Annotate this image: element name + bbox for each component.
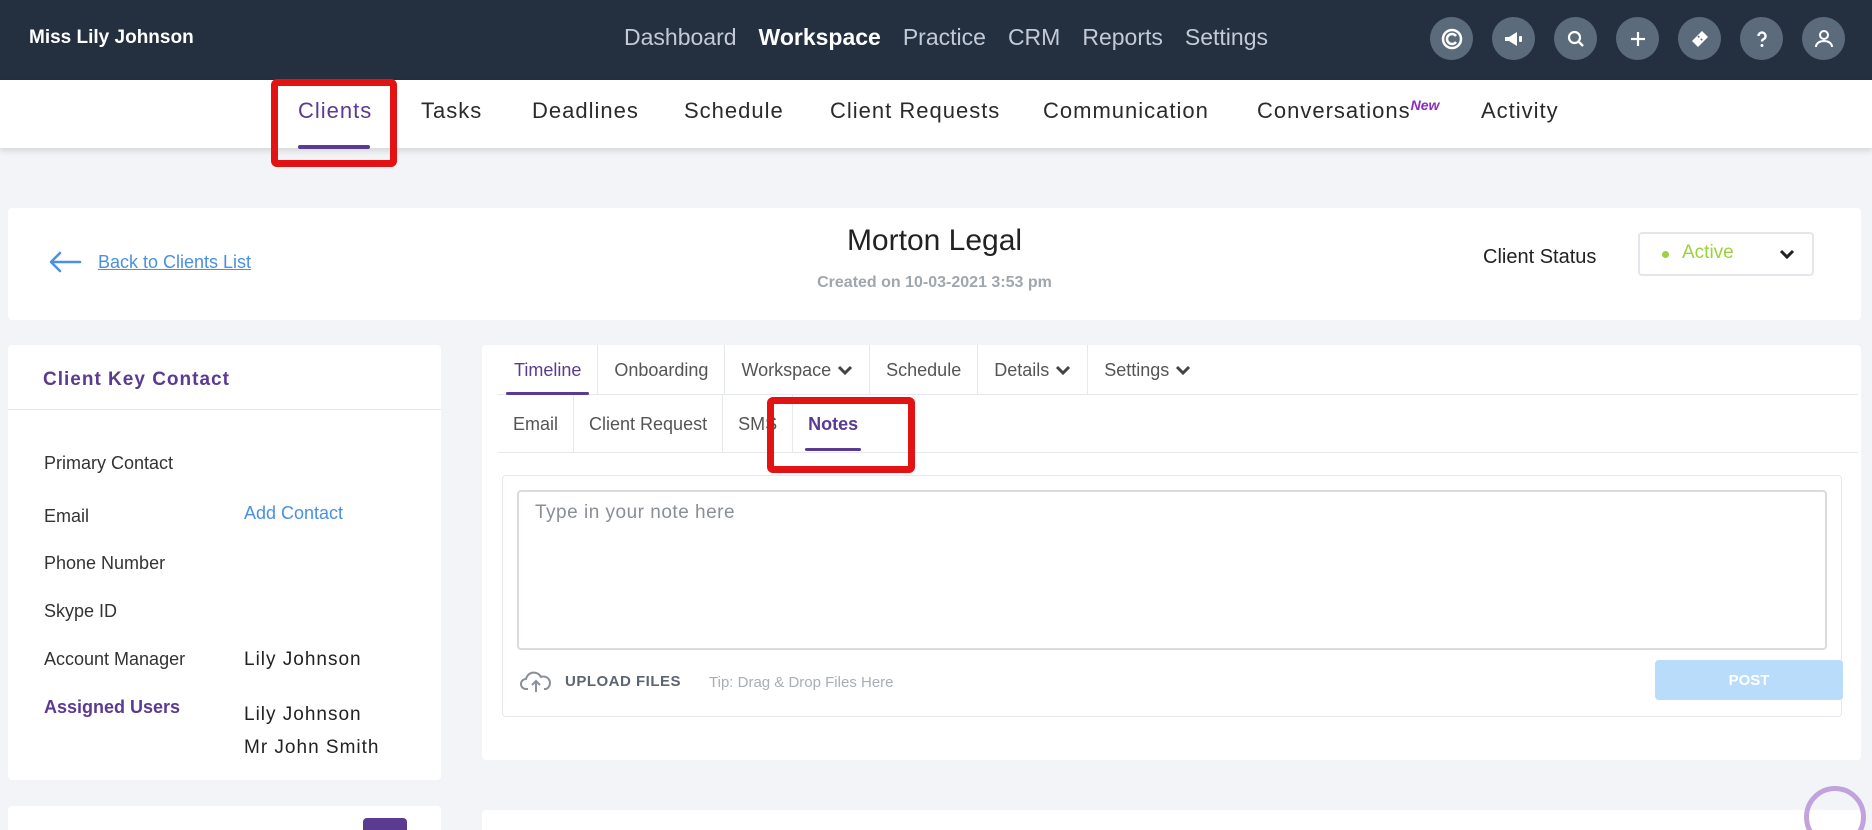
top-icons [1430, 17, 1845, 60]
key-contact-title: Client Key Contact [43, 369, 230, 390]
subnav-deadlines[interactable]: Deadlines [532, 98, 639, 124]
assigned-user-item: Lily Johnson [244, 704, 362, 725]
sub-tab-sms[interactable]: SMS [723, 395, 794, 453]
skype-id-label: Skype ID [44, 601, 118, 621]
note-composer: UPLOAD FILES Tip: Drag & Drop Files Here… [502, 475, 1843, 717]
secondary-left-card [8, 806, 441, 830]
secondary-card-button[interactable] [363, 818, 407, 830]
nav-reports[interactable]: Reports [1082, 24, 1163, 51]
upload-files-button[interactable]: UPLOAD FILES [519, 668, 681, 694]
client-status-value: Active [1682, 242, 1734, 263]
tab-schedule-label: Schedule [886, 359, 962, 380]
plus-icon[interactable] [1616, 17, 1659, 60]
subnav-clients[interactable]: Clients [298, 98, 372, 124]
tab-timeline[interactable]: Timeline [498, 345, 599, 395]
subnav-schedule[interactable]: Schedule [684, 98, 784, 124]
subnav-conversations[interactable]: ConversationsNew [1257, 97, 1440, 124]
subnav-tasks[interactable]: Tasks [421, 98, 482, 124]
tab-timeline-label: Timeline [514, 359, 582, 380]
assigned-user-item: Mr John Smith [244, 737, 380, 758]
subnav-activity[interactable]: Activity [1481, 98, 1559, 124]
tab-onboarding-label: Onboarding [614, 359, 709, 380]
status-dot-icon [1662, 251, 1669, 258]
client-status-label: Client Status [1483, 246, 1597, 268]
tab-workspace-label: Workspace [741, 359, 832, 380]
user-icon[interactable] [1802, 17, 1845, 60]
tab-details[interactable]: Details [978, 345, 1089, 395]
sub-nav: Clients Tasks Deadlines Schedule Client … [0, 80, 1872, 148]
sub-tab-client-request[interactable]: Client Request [574, 395, 724, 453]
chevron-down-icon [1056, 365, 1071, 376]
nav-crm[interactable]: CRM [1008, 24, 1060, 51]
client-key-contact-card: Client Key Contact Primary Contact Email… [8, 345, 441, 780]
nav-workspace[interactable]: Workspace [759, 24, 881, 51]
client-created-date: Created on 10-03-2021 3:53 pm [817, 274, 1052, 291]
tab-schedule[interactable]: Schedule [870, 345, 979, 395]
upload-files-label: UPLOAD FILES [565, 672, 682, 690]
add-contact-link[interactable]: Add Contact [244, 503, 343, 524]
logo-c-icon[interactable] [1430, 17, 1473, 60]
sub-tab-notes[interactable]: Notes [793, 395, 873, 453]
email-label: Email [44, 506, 90, 526]
account-manager-value: Lily Johnson [244, 649, 362, 670]
cloud-upload-icon [520, 671, 551, 692]
tab-workspace[interactable]: Workspace [725, 345, 871, 395]
divider [8, 409, 441, 410]
megaphone-icon[interactable] [1492, 17, 1535, 60]
top-bar: Miss Lily Johnson Dashboard Workspace Pr… [0, 0, 1872, 80]
subnav-client-requests[interactable]: Client Requests [830, 98, 1000, 124]
tab-details-label: Details [994, 359, 1050, 380]
tab-onboarding[interactable]: Onboarding [598, 345, 726, 395]
client-header-card: Back to Clients List Morton Legal Create… [8, 208, 1861, 320]
primary-contact-label: Primary Contact [44, 453, 174, 473]
chevron-down-icon [1176, 365, 1191, 376]
subnav-active-underline [298, 145, 370, 149]
chevron-down-icon [838, 365, 853, 376]
post-button[interactable]: POST [1655, 660, 1843, 700]
nav-settings[interactable]: Settings [1185, 24, 1268, 51]
tab-settings[interactable]: Settings [1088, 345, 1207, 395]
assigned-users-label: Assigned Users [44, 697, 181, 717]
note-input[interactable] [517, 490, 1827, 650]
sub-tab-email[interactable]: Email [498, 395, 575, 453]
timeline-tabs: Timeline Onboarding Workspace Schedule D… [498, 345, 1858, 395]
client-status-select[interactable]: Active [1638, 232, 1814, 276]
ticket-icon[interactable] [1678, 17, 1721, 60]
user-name[interactable]: Miss Lily Johnson [29, 27, 194, 49]
account-manager-label: Account Manager [44, 649, 186, 669]
chat-widget-icon[interactable] [1804, 786, 1866, 830]
timeline-sub-tabs: Email Client Request SMS Notes [498, 395, 1858, 453]
main-nav: Dashboard Workspace Practice CRM Reports… [624, 24, 1268, 51]
nav-practice[interactable]: Practice [903, 24, 986, 51]
search-icon[interactable] [1554, 17, 1597, 60]
secondary-right-card [482, 810, 1861, 830]
subnav-communication[interactable]: Communication [1043, 98, 1209, 124]
phone-number-label: Phone Number [44, 553, 166, 573]
drag-drop-tip: Tip: Drag & Drop Files Here [709, 674, 894, 691]
new-badge: New [1410, 97, 1440, 113]
timeline-card: Timeline Onboarding Workspace Schedule D… [482, 345, 1861, 760]
chevron-down-icon [1779, 249, 1795, 260]
help-icon[interactable] [1740, 17, 1783, 60]
subnav-conversations-label: Conversations [1257, 98, 1411, 123]
tab-settings-label: Settings [1104, 359, 1170, 380]
nav-dashboard[interactable]: Dashboard [624, 24, 737, 51]
